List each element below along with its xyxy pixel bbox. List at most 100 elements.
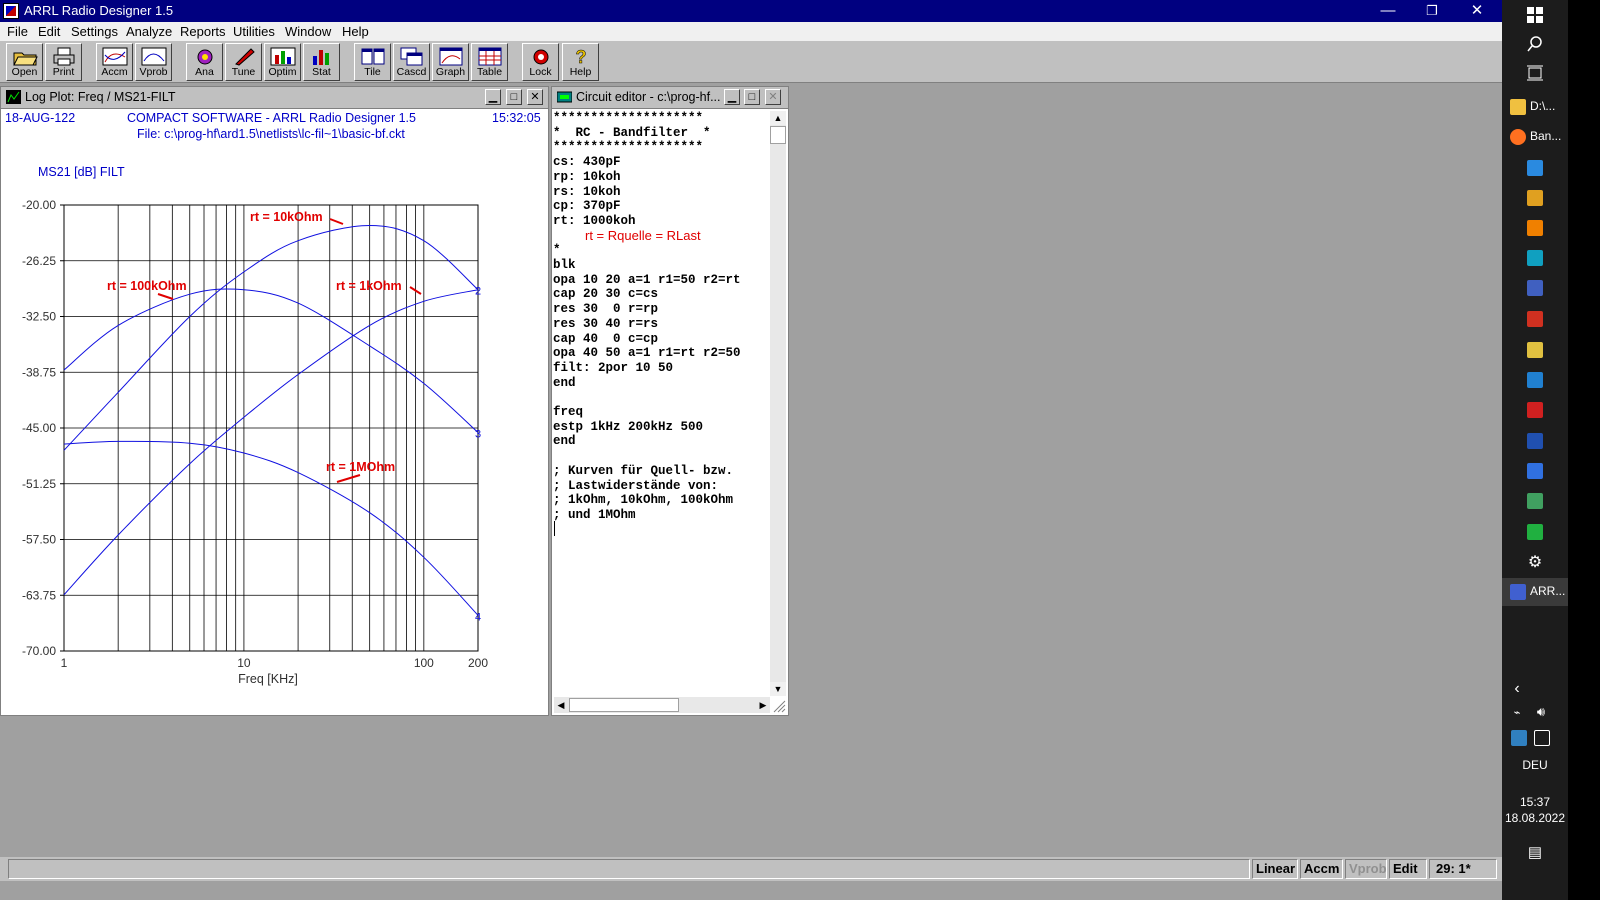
menu-bar: File Edit Settings Analyze Reports Utili… [0,22,1502,41]
netlist-line: opa 10 20 a=1 r1=50 r2=rt [553,272,741,287]
menu-analyze[interactable]: Analyze [126,24,172,39]
menu-settings[interactable]: Settings [71,24,118,39]
clock-date[interactable]: 18.08.2022 [1502,811,1568,825]
cascd-button[interactable]: Cascd [393,43,430,81]
table-button[interactable]: Table [471,43,508,81]
tune-pen-icon [234,48,255,66]
plot-minimize-button[interactable]: ▁ [485,89,501,105]
menu-window[interactable]: Window [285,24,331,39]
app-icon-1[interactable] [1527,160,1543,176]
editor-horizontal-scrollbar[interactable]: ◀ ▶ [554,697,770,713]
help-button[interactable]: ? Help [562,43,599,81]
series-end-marker: 2 [475,286,481,298]
graph-button[interactable]: Graph [432,43,469,81]
print-button[interactable]: Print [45,43,82,81]
editor-minimize-button[interactable]: ▁ [724,89,740,105]
tune-button[interactable]: Tune [225,43,262,81]
lock-button[interactable]: Lock [522,43,559,81]
status-accm: Accm [1300,859,1343,879]
menu-reports[interactable]: Reports [180,24,226,39]
arrl-app-icon [1510,584,1526,600]
netlist-line: ******************** [553,111,704,125]
pdf-icon[interactable] [1527,402,1543,418]
table-window-icon [478,47,501,66]
scroll-right-arrow-icon[interactable]: ▶ [756,697,770,713]
vprob-graph-icon [141,47,166,66]
calculator-icon[interactable] [1527,463,1543,479]
clock-time[interactable]: 15:37 [1502,795,1568,809]
ana-button[interactable]: Ana [186,43,223,81]
close-button[interactable]: ✕ [1454,0,1500,22]
menu-edit[interactable]: Edit [38,24,60,39]
notification-icon[interactable]: ▤ [1502,843,1568,861]
netlist-line: ; Kurven für Quell- bzw. [553,463,734,478]
stat-bars-icon [312,50,329,65]
taskbar-item-firefox[interactable]: Ban... [1502,126,1568,148]
menu-file[interactable]: File [7,24,28,39]
taskbar-item-arrl[interactable]: ARR... [1502,578,1568,606]
netlist-line: blk [553,258,576,273]
task-view-icon[interactable] [1526,65,1544,81]
ms21-log-plot: -20.00 -26.25 -32.50 -38.75 -45.00 -51.25 -57.… [22,165,488,686]
volume-icon[interactable]: 🔊︎ [1508,704,1574,720]
editor-close-button[interactable]: ✕ [765,89,781,105]
menu-help[interactable]: Help [342,24,369,39]
accm-graph-icon [102,47,127,66]
netlist-line: freq [553,405,584,420]
app-icon-3[interactable] [1527,220,1543,236]
input-language[interactable]: DEU [1502,758,1568,772]
taskbar: D:\... Ban... ⚙ ARR... ‹ ⌁ 🔊︎ DEU 15:37 … [1502,0,1568,900]
minimize-button[interactable]: — [1365,0,1411,22]
vprob-button[interactable]: Vprob [135,43,172,81]
app-icon-6[interactable] [1527,311,1543,327]
netlist-line: ; und 1MOhm [553,507,636,522]
app-icon-7[interactable] [1527,342,1543,358]
menu-utilities[interactable]: Utilities [233,24,275,39]
taskbar-item-explorer[interactable]: D:\... [1502,96,1568,118]
app-icon-4[interactable] [1527,250,1543,266]
tray-icon-2[interactable] [1534,730,1550,746]
scroll-up-arrow-icon[interactable]: ▲ [770,111,786,125]
tile-button[interactable]: Tile [354,43,391,81]
app-icon-9[interactable] [1527,493,1543,509]
chevron-left-icon[interactable]: ‹ [1484,680,1550,698]
horizontal-scroll-thumb[interactable] [569,698,679,712]
windows-start-icon[interactable] [1527,7,1543,23]
netlist-line: rp: 10koh [553,169,621,184]
y-tick-label: -51.25 [22,477,56,491]
netlist-editor[interactable]: ******************** * RC - Bandfilter * *… [553,111,768,523]
stat-button[interactable]: Stat [303,43,340,81]
app-icon-5[interactable] [1527,280,1543,296]
accm-button[interactable]: Accm [96,43,133,81]
netlist-line: res 30 40 r=rs [553,316,659,331]
restore-button[interactable]: ❐ [1409,0,1455,22]
status-vprob: Vprob [1345,859,1387,879]
firefox-icon [1510,129,1526,145]
optim-button[interactable]: Optim [264,43,301,81]
x-tick-label: 200 [468,656,488,670]
open-button[interactable]: Open [6,43,43,81]
plot-maximize-button[interactable]: □ [506,89,522,105]
vertical-scroll-thumb[interactable] [770,126,786,144]
netlist-line: cs: 430pF [553,155,621,170]
app-icon-2[interactable] [1527,190,1543,206]
series-end-marker: 4 [475,611,481,623]
scroll-down-arrow-icon[interactable]: ▼ [770,682,786,696]
scroll-left-arrow-icon[interactable]: ◀ [554,697,568,713]
netlist-line: ******************** [553,140,704,155]
editor-vertical-scrollbar[interactable]: ▲ ▼ [770,111,786,696]
plot-close-button[interactable]: ✕ [527,89,543,105]
netlist-line: end [553,434,576,449]
tray-icon-1[interactable] [1511,730,1527,746]
series-annotation: rt = 10kOhm [250,210,323,224]
settings-gear-icon[interactable]: ⚙ [1502,552,1568,572]
resize-grip-icon[interactable] [772,699,786,713]
editor-maximize-button[interactable]: □ [744,89,760,105]
search-icon[interactable] [1527,36,1543,52]
y-tick-label: -63.75 [22,588,56,602]
app-icon-8[interactable] [1527,372,1543,388]
app-icon-10[interactable] [1527,524,1543,540]
status-message [8,859,1250,879]
word-icon[interactable] [1527,433,1543,449]
netlist-line: cap 40 0 c=cp [553,331,659,346]
